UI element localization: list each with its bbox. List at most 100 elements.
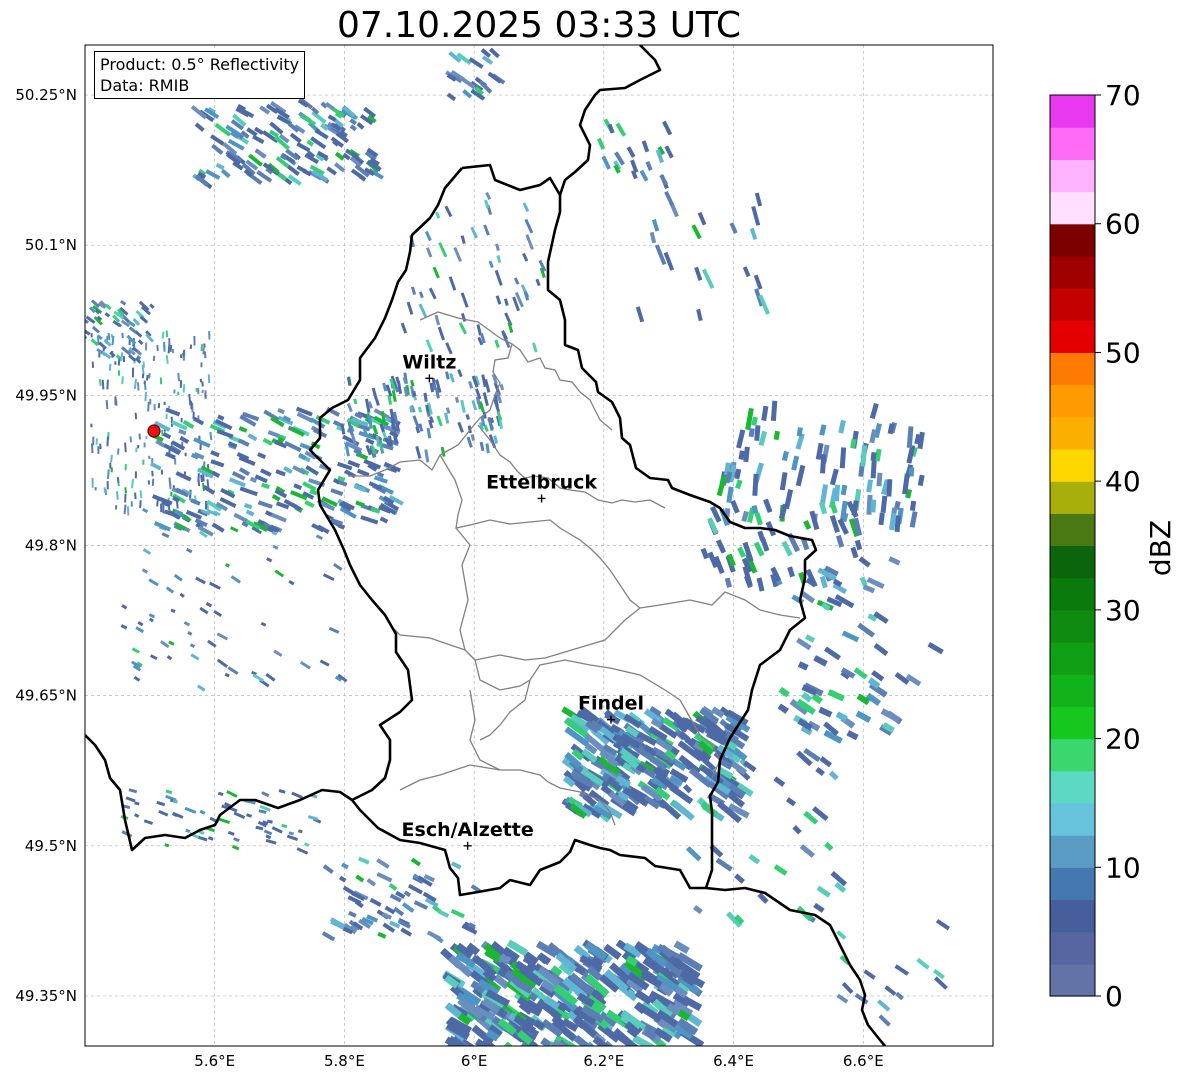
radar-echo [675, 1049, 694, 1066]
radar-echo [208, 331, 211, 340]
radar-echo [549, 1047, 564, 1061]
radar-echo [91, 477, 94, 488]
radar-echo [73, 355, 81, 362]
lon-tick-label: 5.6°E [194, 1052, 235, 1070]
radar-echo [137, 444, 140, 449]
colorbar-segment [1050, 448, 1095, 482]
radar-echo [71, 328, 78, 335]
radar-echo [204, 392, 207, 399]
radar-echo [199, 443, 202, 451]
lat-tick-label: 50.1°N [25, 236, 77, 254]
radar-echo [124, 493, 127, 503]
radar-echo [171, 349, 175, 354]
product-info-box: Product: 0.5° Reflectivity Data: RMIB [94, 51, 306, 99]
radar-echo [170, 491, 173, 497]
lon-tick-label: 6.6°E [843, 1052, 884, 1070]
radar-echo [131, 367, 135, 378]
radar-echo [554, 1045, 574, 1046]
radar-echo [99, 443, 102, 450]
colorbar-tick-label: 20 [1105, 723, 1141, 756]
colorbar-tick-label: 70 [1105, 79, 1141, 112]
radar-echo [130, 501, 133, 507]
lon-tick-label: 6.2°E [583, 1052, 624, 1070]
radar-echo [173, 389, 176, 394]
radar-echo [165, 330, 169, 338]
colorbar-segment [1050, 352, 1095, 386]
data-source-label: Data: RMIB [100, 76, 190, 95]
colorbar-tick-label: 30 [1105, 594, 1141, 627]
radar-echo [200, 362, 203, 368]
radar-echo [117, 448, 120, 455]
lat-tick-label: 50.25°N [15, 86, 77, 104]
colorbar-ticks: 0 10 20 30 40 50 60 70 [1095, 79, 1141, 1013]
colorbar-segment [1050, 255, 1095, 289]
radar-echo [143, 442, 146, 448]
radar-echo [193, 335, 196, 346]
radar-echo [630, 1045, 648, 1046]
radar-echo [94, 487, 97, 491]
radar-echo [115, 505, 118, 510]
lon-tick-label: 5.8°E [324, 1052, 365, 1070]
colorbar-segment [1050, 770, 1095, 804]
colorbar-tick-label: 10 [1105, 851, 1141, 884]
colorbar-segment [1050, 159, 1095, 193]
radar-echo [870, 499, 877, 513]
colorbar-segment [1050, 706, 1095, 740]
colorbar-segment [1050, 963, 1095, 997]
lon-tick-label: 6.4°E [713, 1052, 754, 1070]
radar-echo [106, 481, 109, 490]
colorbar-segment [1050, 609, 1095, 643]
colorbar-tick-label: 0 [1105, 980, 1123, 1013]
radar-echo [179, 380, 183, 388]
radar-echo [114, 361, 117, 365]
radar-echo [169, 483, 172, 490]
radar-echo [90, 333, 93, 338]
colorbar-segment [1050, 127, 1095, 160]
lat-tick-label: 49.65°N [15, 687, 77, 705]
colorbar-segment [1050, 545, 1095, 579]
radar-echo [632, 1048, 651, 1065]
city-label: Ettelbruck [486, 471, 597, 493]
radar-echo [180, 417, 183, 423]
radar-echo [645, 1045, 668, 1046]
lat-tick-label: 49.95°N [15, 386, 77, 404]
radar-echo [159, 377, 163, 385]
colorbar-segment [1050, 223, 1095, 257]
longitude-ticks: 5.6°E 5.8°E 6°E 6.2°E 6.4°E 6.6°E [194, 1052, 883, 1070]
city-label: Wiltz [402, 351, 456, 373]
radar-echo [184, 452, 187, 457]
radar-echo [134, 471, 137, 479]
radar-echo [143, 380, 146, 385]
colorbar-segment [1050, 642, 1095, 675]
radar-echo [201, 389, 204, 394]
radar-echo [117, 370, 121, 376]
colorbar-segment [1050, 320, 1095, 354]
lon-tick-label: 6°E [461, 1052, 488, 1070]
radar-echo [124, 464, 127, 471]
radar-echo [638, 1044, 654, 1046]
radar-echo [153, 404, 156, 411]
radar-echo [109, 462, 112, 469]
radar-echo [135, 447, 138, 453]
colorbar-segment [1050, 95, 1095, 128]
radar-echo [149, 398, 152, 405]
radar-echo [201, 381, 204, 387]
radar-echo [168, 338, 171, 348]
colorbar-segment [1050, 416, 1095, 450]
radar-site-marker [147, 424, 161, 438]
radar-echo [535, 1045, 557, 1046]
lat-tick-label: 49.35°N [15, 987, 77, 1005]
colorbar-segment [1050, 738, 1095, 772]
lat-tick-label: 49.5°N [25, 837, 77, 855]
colorbar-segment [1050, 577, 1095, 611]
colorbar-tick-label: 50 [1105, 336, 1141, 369]
colorbar-segment [1050, 674, 1095, 707]
colorbar-segment [1050, 513, 1095, 547]
radar-echo [71, 335, 81, 344]
colorbar-segment [1050, 867, 1095, 901]
radar-echo [503, 1045, 517, 1046]
radar-echo [516, 1046, 537, 1062]
colorbar-segment [1050, 899, 1095, 933]
city-label: Findel [578, 693, 644, 715]
radar-echo [163, 401, 166, 406]
